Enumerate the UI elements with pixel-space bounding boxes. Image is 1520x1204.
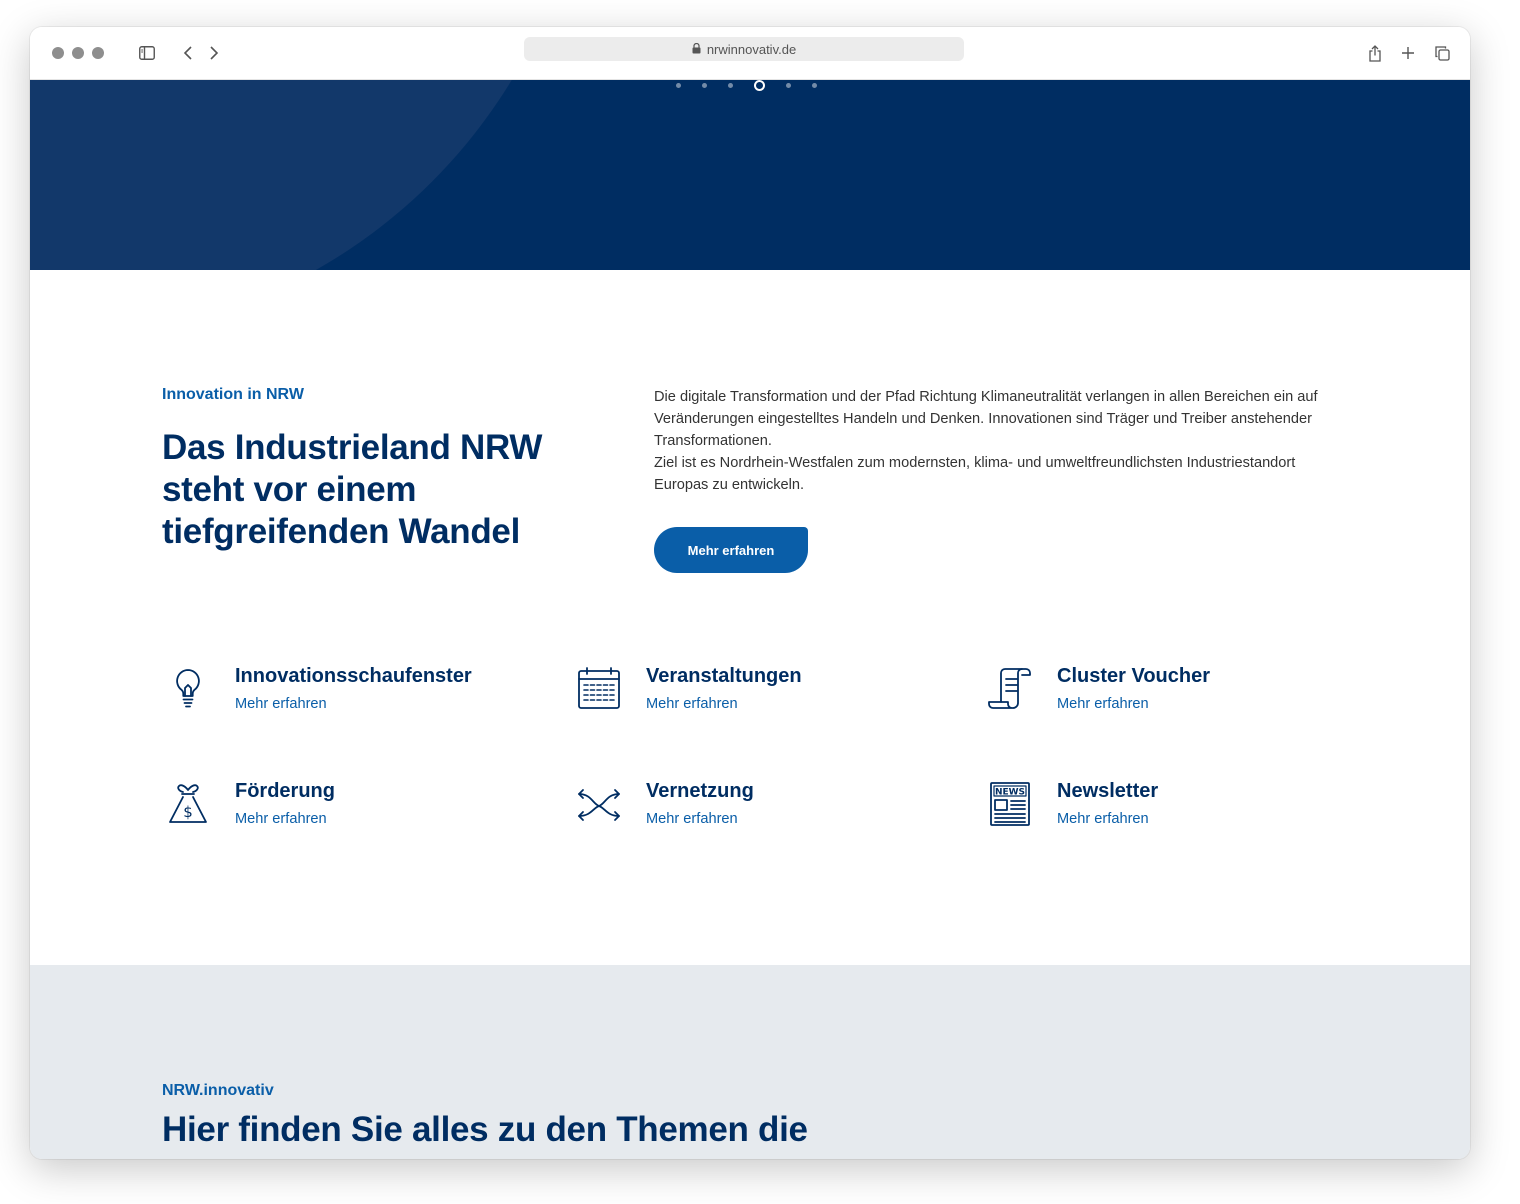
document-scroll-icon [984, 665, 1036, 713]
crossing-arrows-icon [573, 780, 625, 828]
feature-link[interactable]: Mehr erfahren [1057, 811, 1149, 827]
feature-veranstaltungen[interactable]: Veranstaltungen Mehr erfahren [573, 665, 953, 725]
carousel-dots [676, 80, 817, 91]
themes-eyebrow: NRW.innovativ [162, 1082, 274, 1099]
feature-link[interactable]: Mehr erfahren [646, 811, 738, 827]
carousel-dot-6[interactable] [812, 83, 817, 88]
feature-title: Veranstaltungen [646, 665, 802, 687]
feature-link[interactable]: Mehr erfahren [235, 696, 327, 712]
intro-eyebrow: Innovation in NRW [162, 386, 304, 403]
calendar-icon [573, 665, 625, 713]
feature-vernetzung[interactable]: Vernetzung Mehr erfahren [573, 780, 953, 840]
themes-headline: Hier finden Sie alles zu den Themen die [162, 1110, 808, 1149]
svg-text:NEWS: NEWS [995, 788, 1025, 798]
feature-foerderung[interactable]: $ Förderung Mehr erfahren [162, 780, 542, 840]
intro-text: Die digitale Transformation und der Pfad… [654, 386, 1344, 496]
back-icon[interactable] [176, 41, 200, 65]
browser-toolbar: nrwinnovativ.de [30, 27, 1470, 80]
carousel-dot-3[interactable] [728, 83, 733, 88]
lightbulb-icon [162, 665, 214, 713]
browser-window: nrwinnovativ.de Innovation in NRW Das In… [30, 27, 1470, 1159]
feature-newsletter[interactable]: NEWS Newsletter Mehr erfahren [984, 780, 1364, 840]
intro-paragraph-1: Die digitale Transformation und der Pfad… [654, 389, 1318, 449]
money-bag-icon: $ [162, 780, 214, 828]
feature-title: Newsletter [1057, 780, 1159, 802]
feature-title: Cluster Voucher [1057, 665, 1210, 687]
address-bar[interactable]: nrwinnovativ.de [524, 37, 964, 61]
url-text: nrwinnovativ.de [706, 41, 797, 57]
hero-banner [30, 80, 1470, 270]
feature-title: Förderung [235, 780, 335, 802]
newspaper-icon: NEWS [984, 780, 1036, 828]
svg-text:$: $ [183, 803, 193, 821]
forward-icon[interactable] [202, 41, 226, 65]
feature-cluster-voucher[interactable]: Cluster Voucher Mehr erfahren [984, 665, 1364, 725]
tabs-overview-icon[interactable] [1430, 41, 1454, 65]
feature-link[interactable]: Mehr erfahren [235, 811, 327, 827]
feature-innovationsschaufenster[interactable]: Innovationsschaufenster Mehr erfahren [162, 665, 542, 725]
feature-link[interactable]: Mehr erfahren [1057, 696, 1149, 712]
lock-icon [692, 42, 701, 57]
feature-link[interactable]: Mehr erfahren [646, 696, 738, 712]
carousel-dot-5[interactable] [786, 83, 791, 88]
mehr-erfahren-button[interactable]: Mehr erfahren [654, 527, 808, 573]
sidebar-icon[interactable] [135, 41, 159, 65]
intro-paragraph-2: Ziel ist es Nordrhein-Westfalen zum mode… [654, 455, 1296, 493]
window-controls [52, 47, 104, 59]
themes-section: NRW.innovativ Hier finden Sie alles zu d… [30, 965, 1470, 1159]
feature-title: Innovationsschaufenster [235, 665, 472, 687]
intro-headline: Das Industrieland NRW steht vor einem ti… [162, 428, 543, 551]
close-window-button[interactable] [52, 47, 64, 59]
feature-title: Vernetzung [646, 780, 754, 802]
carousel-dot-4[interactable] [754, 80, 765, 91]
share-icon[interactable] [1363, 41, 1387, 65]
new-tab-icon[interactable] [1396, 41, 1420, 65]
hero-decorative-circle [30, 80, 590, 270]
zoom-window-button[interactable] [92, 47, 104, 59]
carousel-dot-1[interactable] [676, 83, 681, 88]
carousel-dot-2[interactable] [702, 83, 707, 88]
minimize-window-button[interactable] [72, 47, 84, 59]
